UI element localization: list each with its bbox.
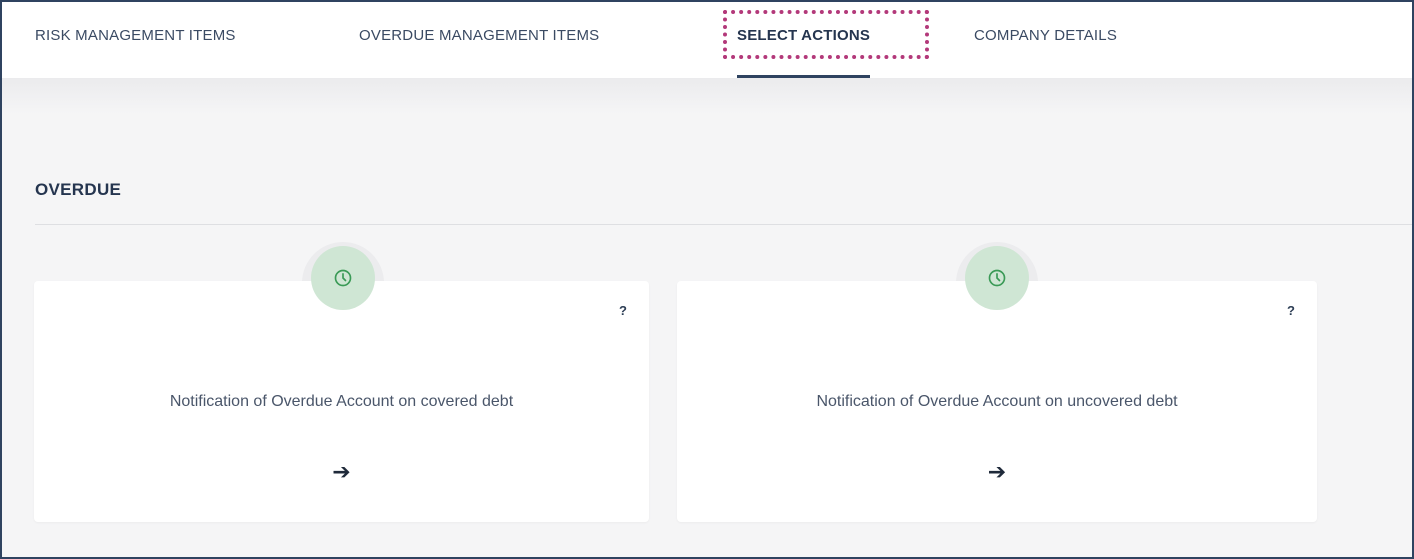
arrow-right-icon[interactable]: ➔: [34, 459, 649, 485]
tab-label: SELECT ACTIONS: [737, 27, 871, 44]
tab-label: RISK MANAGEMENT ITEMS: [35, 27, 236, 44]
arrow-right-icon[interactable]: ➔: [677, 459, 1317, 485]
clock-icon: [988, 269, 1006, 287]
tab-label: OVERDUE MANAGEMENT ITEMS: [359, 27, 600, 44]
help-icon[interactable]: ?: [1287, 303, 1295, 318]
header-shadow: [2, 78, 1412, 114]
action-card-covered-debt[interactable]: ? Notification of Overdue Account on cov…: [34, 281, 649, 522]
app-frame: RISK MANAGEMENT ITEMS OVERDUE MANAGEMENT…: [0, 0, 1414, 559]
tab-company-details[interactable]: COMPANY DETAILS: [974, 2, 1117, 78]
card-badge: [311, 246, 375, 310]
tab-risk-management-items[interactable]: RISK MANAGEMENT ITEMS: [35, 2, 236, 78]
tab-overdue-management-items[interactable]: OVERDUE MANAGEMENT ITEMS: [359, 2, 599, 78]
section-divider: [35, 224, 1412, 225]
tab-label: COMPANY DETAILS: [974, 27, 1118, 44]
action-card-uncovered-debt[interactable]: ? Notification of Overdue Account on unc…: [677, 281, 1317, 522]
card-title: Notification of Overdue Account on uncov…: [816, 393, 1178, 410]
card-badge: [965, 246, 1029, 310]
tab-select-actions[interactable]: SELECT ACTIONS: [737, 2, 871, 78]
section-title: OVERDUE: [35, 180, 122, 199]
help-icon[interactable]: ?: [619, 303, 627, 318]
card-title: Notification of Overdue Account on cover…: [169, 393, 514, 410]
tab-bar: RISK MANAGEMENT ITEMS OVERDUE MANAGEMENT…: [2, 2, 1412, 78]
clock-icon: [334, 269, 352, 287]
